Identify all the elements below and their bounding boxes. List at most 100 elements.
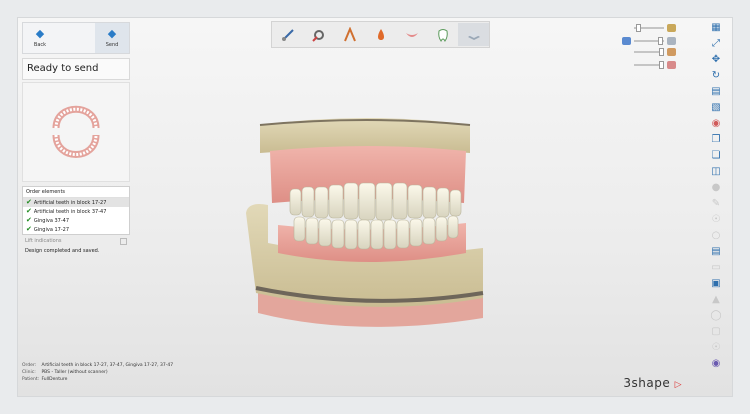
model-view-button[interactable]: ▣ (708, 277, 724, 290)
pan-icon: ✥ (711, 54, 721, 65)
check-icon: ✔ (26, 225, 32, 233)
order-item[interactable]: ✔ Artificial teeth in block 37-47 (23, 207, 129, 216)
slider-knob[interactable] (636, 24, 641, 32)
slider-track[interactable] (634, 61, 664, 69)
order-value: Artificial teeth in block 17-27, 37-47, … (41, 363, 174, 368)
clinic-value: PBS - Taller (without scanner) (41, 370, 108, 375)
disabled-tool-9[interactable]: ☉ (708, 341, 724, 354)
dental-arch-icon (52, 105, 100, 158)
case-info: Order: Artificial teeth in block 17-27, … (22, 362, 173, 383)
check-icon: ✔ (26, 198, 32, 206)
disabled-tool-6[interactable]: ▲ (708, 293, 724, 306)
disabled-tool-7[interactable]: ◯ (708, 309, 724, 322)
tooth-icon (437, 28, 448, 42)
tooth-tool-button[interactable] (427, 23, 458, 46)
panel-title: Ready to send (22, 58, 130, 80)
send-button[interactable]: ◆ Send (95, 23, 129, 53)
rake-tool-button[interactable] (334, 23, 365, 46)
rotate-button[interactable]: ↻ (708, 69, 724, 82)
view-cube-button[interactable]: ▦ (708, 21, 724, 34)
order-item-label: Gingiva 37-47 (33, 217, 70, 224)
chart-button[interactable]: ▤ (708, 245, 724, 258)
patient-info-row: Patient: FullDenture (22, 376, 173, 383)
slider-track[interactable] (634, 24, 664, 32)
order-elements-list: Order elements ✔ Artificial teeth in blo… (22, 186, 130, 235)
pen-tool-button[interactable] (272, 23, 303, 46)
order-item[interactable]: ✔ Artificial teeth in block 17-27 (23, 198, 129, 207)
brand-logo-text: 3shape (623, 376, 671, 390)
top-toolbar (271, 21, 490, 48)
disabled-tool-3[interactable]: ☉ (708, 213, 724, 226)
settings-tool-button[interactable] (303, 23, 334, 46)
disabled-tool-1[interactable]: ● (708, 181, 724, 194)
paste-button[interactable]: ❏ (708, 149, 724, 162)
tool-icon: ☉ (711, 342, 721, 353)
disabled-tool-4[interactable]: ○ (708, 229, 724, 242)
order-item[interactable]: ✔ Gingiva 37-47 (23, 216, 129, 225)
lift-indications-row[interactable]: Lift indications (22, 238, 130, 245)
tool-icon: ▭ (711, 262, 721, 273)
pan-button[interactable]: ✥ (708, 53, 724, 66)
jaw-view-button[interactable]: ▧ (708, 101, 724, 114)
disabled-tool-2[interactable]: ✎ (708, 197, 724, 210)
clinic-info-row: Clinic: PBS - Taller (without scanner) (22, 369, 173, 376)
tool-settings-icon (311, 29, 324, 42)
expand-icon: ⤢ (712, 38, 720, 49)
lower-jaw-icon: ▤ (711, 86, 721, 97)
brand-logo: 3shape ▷ (623, 376, 682, 390)
lift-indications-label: Lift indications (25, 238, 62, 244)
nav-row: ◆ Back ◆ Send (22, 22, 130, 54)
help-button[interactable]: ◉ (708, 357, 724, 370)
slider-knob[interactable] (658, 37, 663, 45)
upper-model-icon (667, 24, 676, 32)
wax-tool-button[interactable] (365, 23, 396, 46)
rotate-icon: ↻ (711, 70, 721, 81)
opacity-slider-upper[interactable] (634, 24, 676, 32)
clinic-key: Clinic: (22, 370, 36, 375)
lower-model-icon (667, 61, 676, 69)
slider-knob[interactable] (659, 48, 664, 56)
model-view-icon: ▣ (711, 278, 721, 289)
back-label: Back (33, 42, 47, 48)
tool-icon: ✎ (711, 198, 721, 209)
layers-button[interactable]: ◫ (708, 165, 724, 178)
teeth-icon (667, 37, 676, 45)
copy-button[interactable]: ❐ (708, 133, 724, 146)
send-arrow-icon: ◆ (107, 27, 117, 40)
denture-model-image (246, 118, 484, 327)
color-wheel-icon: ◉ (711, 118, 721, 129)
order-item[interactable]: ✔ Gingiva 17-27 (23, 225, 129, 234)
check-icon: ✔ (26, 207, 32, 215)
color-button[interactable]: ◉ (708, 117, 724, 130)
opacity-slider-gingiva[interactable] (634, 48, 676, 56)
drop-icon (377, 28, 384, 40)
disabled-tool-8[interactable]: ▢ (708, 325, 724, 338)
lift-indications-checkbox[interactable] (120, 238, 127, 245)
layers-icon: ◫ (711, 166, 721, 177)
gingiva-tool-button[interactable] (396, 23, 427, 46)
right-toolbar: ▦ ⤢ ✥ ↻ ▤ ▧ ◉ ❐ ❏ ◫ ● ✎ ☉ ○ ▤ ▭ ▣ ▲ ◯ ▢ … (706, 21, 726, 373)
back-arrow-icon: ◆ (35, 27, 45, 40)
slider-knob[interactable] (659, 61, 664, 69)
chart-icon: ▤ (711, 246, 721, 257)
order-item-label: Artificial teeth in block 17-27 (33, 199, 107, 206)
back-button[interactable]: ◆ Back (23, 23, 57, 53)
expand-button[interactable]: ⤢ (708, 37, 724, 50)
order-info-row: Order: Artificial teeth in block 17-27, … (22, 362, 173, 369)
slider-track[interactable] (634, 37, 664, 45)
rake-icon (343, 26, 356, 41)
lower-jaw-view-button[interactable]: ▤ (708, 85, 724, 98)
patient-key: Patient: (22, 377, 40, 382)
model-tool-button[interactable] (458, 23, 489, 46)
opacity-slider-lower[interactable] (634, 61, 676, 69)
cube-icon: ▦ (711, 22, 721, 33)
patient-value: FullDenture (41, 377, 68, 382)
disabled-tool-5[interactable]: ▭ (708, 261, 724, 274)
opacity-slider-teeth[interactable] (622, 37, 676, 45)
slider-track[interactable] (634, 48, 664, 56)
status-text: Design completed and saved. (25, 248, 100, 254)
logo-triangle-icon: ▷ (674, 380, 682, 390)
help-icon: ◉ (711, 358, 721, 369)
3d-viewport[interactable] (238, 113, 508, 343)
gingiva-visibility-icon (667, 48, 676, 56)
